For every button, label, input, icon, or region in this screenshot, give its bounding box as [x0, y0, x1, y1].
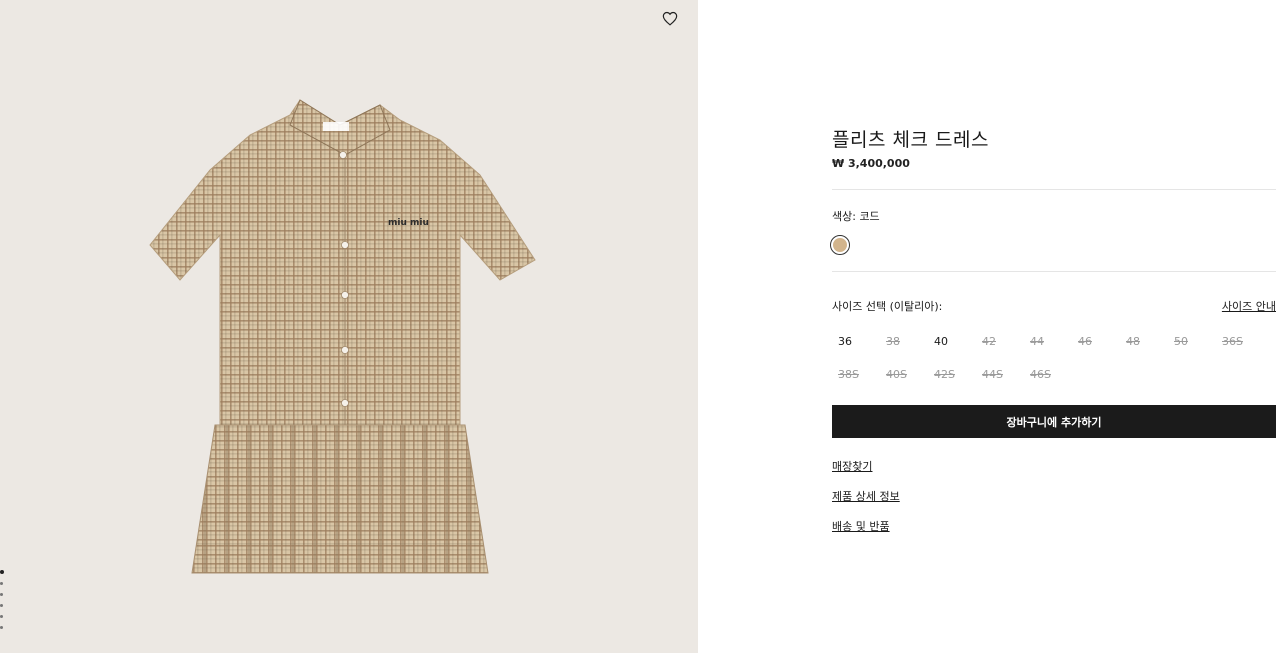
size-option-38s[interactable]: 38S	[832, 363, 880, 387]
size-option-42s[interactable]: 42S	[928, 363, 976, 387]
size-select-label: 사이즈 선택 (이탈리아):	[832, 300, 943, 313]
size-option-46s[interactable]: 46S	[1024, 363, 1072, 387]
product-gallery: miu miu	[0, 0, 698, 653]
size-option-44[interactable]: 44	[1024, 330, 1072, 354]
size-option-48[interactable]: 48	[1120, 330, 1168, 354]
gallery-dot[interactable]	[0, 582, 3, 585]
size-options: 36 38 40 42 44 46 48 50 36S 38S 40S 42S 44S 46S	[832, 330, 1276, 396]
size-option-40[interactable]: 40	[928, 330, 976, 354]
size-row: 38S 40S 42S 44S 46S	[832, 363, 1276, 387]
product-title: 플리츠 체크 드레스	[832, 129, 989, 151]
info-links: 매장찾기 제품 상세 정보 배송 및 반품	[832, 458, 900, 548]
shipping-returns-link[interactable]: 배송 및 반품	[832, 518, 900, 534]
gallery-dot[interactable]	[0, 626, 3, 629]
gallery-pagination	[0, 570, 6, 637]
size-option-36s[interactable]: 36S	[1216, 330, 1264, 354]
gallery-dot[interactable]	[0, 604, 3, 607]
size-row: 36 38 40 42 44 46 48 50 36S	[832, 330, 1276, 354]
gallery-dot[interactable]	[0, 615, 3, 618]
gallery-dot[interactable]	[0, 593, 3, 596]
wishlist-button[interactable]	[660, 8, 680, 28]
size-option-42[interactable]: 42	[976, 330, 1024, 354]
gallery-dot[interactable]	[0, 570, 4, 574]
divider	[832, 271, 1276, 272]
size-option-44s[interactable]: 44S	[976, 363, 1024, 387]
add-to-cart-button[interactable]: 장바구니에 추가하기	[832, 405, 1276, 438]
divider	[832, 189, 1276, 190]
logo-text: miu miu	[388, 218, 429, 228]
product-image: miu miu	[149, 99, 536, 574]
color-swatch-fill	[833, 238, 847, 252]
product-details-link[interactable]: 제품 상세 정보	[832, 488, 900, 504]
size-guide-link[interactable]: 사이즈 안내	[1222, 298, 1276, 314]
size-option-50[interactable]: 50	[1168, 330, 1216, 354]
size-option-46[interactable]: 46	[1072, 330, 1120, 354]
product-price: ₩ 3,400,000	[832, 157, 910, 170]
color-swatch-selected[interactable]	[830, 235, 850, 255]
size-option-38[interactable]: 38	[880, 330, 928, 354]
color-label: 색상: 코드	[832, 210, 880, 223]
size-option-36[interactable]: 36	[832, 330, 880, 354]
store-finder-link[interactable]: 매장찾기	[832, 458, 900, 474]
size-option-40s[interactable]: 40S	[880, 363, 928, 387]
heart-icon	[662, 11, 678, 26]
